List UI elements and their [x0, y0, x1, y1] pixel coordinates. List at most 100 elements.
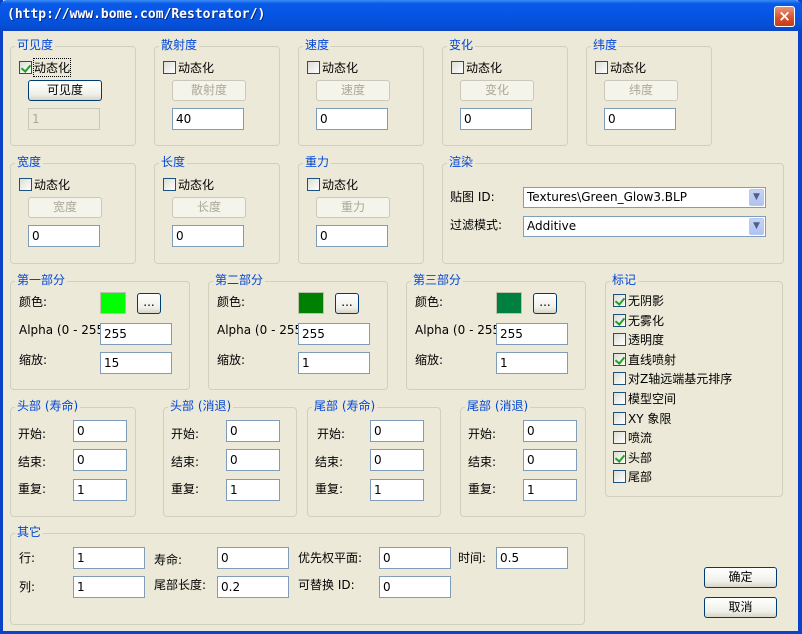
- flag-checkbox-2[interactable]: 透明度: [613, 331, 664, 348]
- rows-input[interactable]: [73, 547, 145, 569]
- texture-id-value: Textures\Green_Glow3.BLP: [527, 190, 687, 204]
- param-6-edit-button[interactable]: 长度: [172, 197, 246, 218]
- param-1-animated-checkbox[interactable]: 动态化: [163, 59, 214, 76]
- checkbox-icon[interactable]: [307, 61, 320, 74]
- param-4-animated-checkbox[interactable]: 动态化: [595, 59, 646, 76]
- checkbox-icon[interactable]: [613, 333, 626, 347]
- param-6-value-input[interactable]: [172, 225, 244, 247]
- segment-2-scale-input[interactable]: [298, 352, 370, 374]
- range-1-start-input[interactable]: [73, 420, 127, 442]
- checkbox-icon[interactable]: [613, 431, 626, 445]
- replaceable-id-input[interactable]: [379, 576, 451, 598]
- flag-label-0: 无阴影: [628, 294, 665, 308]
- param-4-edit-button[interactable]: 纬度: [604, 80, 678, 101]
- param-1-edit-button[interactable]: 散射度: [172, 80, 246, 101]
- segment-2-color-picker-button[interactable]: ...: [335, 293, 359, 314]
- lifespan-input[interactable]: [217, 547, 289, 569]
- segment-3-alpha-label: Alpha (0 - 255):: [415, 323, 509, 337]
- range-3-end-input[interactable]: [370, 449, 424, 471]
- close-button[interactable]: ×: [774, 6, 795, 27]
- range-1-repeat-input[interactable]: [73, 479, 127, 501]
- range-2-end-input[interactable]: [226, 449, 280, 471]
- segment-3-scale-input[interactable]: [496, 352, 568, 374]
- range-3-start-input[interactable]: [370, 420, 424, 442]
- flag-checkbox-3[interactable]: 直线喷射: [613, 351, 676, 368]
- param-4-value-input[interactable]: [604, 108, 676, 130]
- param-2-value-input[interactable]: [316, 108, 388, 130]
- checkbox-icon[interactable]: [613, 470, 626, 484]
- flags-group-title: 标记: [610, 273, 639, 287]
- range-1-end-input[interactable]: [73, 449, 127, 471]
- range-2-start-input[interactable]: [226, 420, 280, 442]
- range-2-repeat-input[interactable]: [226, 479, 280, 501]
- param-2-edit-button[interactable]: 速度: [316, 80, 390, 101]
- flag-checkbox-1[interactable]: 无雾化: [613, 312, 664, 329]
- tail-length-label: 尾部长度:: [154, 578, 207, 592]
- flag-checkbox-4[interactable]: 对Z轴远端基元排序: [613, 370, 732, 387]
- flag-checkbox-6[interactable]: XY 象限: [613, 410, 671, 427]
- range-4-start-input[interactable]: [523, 420, 577, 442]
- param-7-animated-checkbox[interactable]: 动态化: [307, 176, 358, 193]
- filter-mode-select[interactable]: Additive ▼: [523, 216, 766, 237]
- segment-2-alpha-input[interactable]: [298, 323, 370, 345]
- param-1-value-input[interactable]: [172, 108, 244, 130]
- checkbox-icon[interactable]: [613, 392, 626, 405]
- chevron-down-icon[interactable]: ▼: [749, 189, 764, 206]
- param-3-edit-button[interactable]: 变化: [460, 80, 534, 101]
- segment-3-color-picker-button[interactable]: ...: [533, 293, 557, 314]
- filter-mode-value: Additive: [527, 219, 577, 233]
- checkbox-icon[interactable]: [613, 411, 626, 425]
- param-0-value-input[interactable]: [28, 108, 100, 130]
- priority-plane-input[interactable]: [379, 547, 451, 569]
- flag-checkbox-9[interactable]: 尾部: [613, 468, 652, 485]
- param-3-value-input[interactable]: [460, 108, 532, 130]
- param-5-animated-checkbox[interactable]: 动态化: [19, 176, 70, 193]
- param-5-group-title: 宽度: [15, 155, 44, 169]
- segment-1-scale-input[interactable]: [100, 352, 172, 374]
- param-5-edit-button[interactable]: 宽度: [28, 197, 102, 218]
- time-input[interactable]: [496, 547, 568, 569]
- param-0-edit-button[interactable]: 可见度: [28, 80, 102, 101]
- checkbox-icon[interactable]: [163, 61, 176, 74]
- ok-button[interactable]: 确定: [704, 567, 777, 588]
- texture-id-label: 贴图 ID:: [450, 190, 495, 204]
- chevron-down-icon[interactable]: ▼: [749, 218, 764, 235]
- checkbox-icon[interactable]: [163, 178, 176, 191]
- param-2-animated-checkbox[interactable]: 动态化: [307, 59, 358, 76]
- flag-checkbox-5[interactable]: 模型空间: [613, 390, 676, 407]
- param-6-animated-checkbox[interactable]: 动态化: [163, 176, 214, 193]
- cols-input[interactable]: [73, 576, 145, 598]
- flag-checkbox-7[interactable]: 喷流: [613, 429, 652, 446]
- flag-label-8: 头部: [628, 450, 653, 465]
- checkbox-icon[interactable]: [613, 294, 626, 307]
- segment-3-alpha-input[interactable]: [496, 323, 568, 345]
- checkbox-icon[interactable]: [451, 61, 464, 74]
- tail-length-input[interactable]: [217, 576, 289, 598]
- checkbox-icon[interactable]: [307, 178, 320, 191]
- segment-1-alpha-input[interactable]: [100, 323, 172, 345]
- segment-1-color-picker-button[interactable]: ...: [137, 293, 161, 314]
- checkbox-icon[interactable]: [613, 372, 626, 386]
- range-3-repeat-input[interactable]: [370, 479, 424, 501]
- cancel-button[interactable]: 取消: [704, 597, 777, 618]
- range-1-start-label: 开始:: [18, 427, 47, 441]
- flag-checkbox-8[interactable]: 头部: [613, 449, 652, 466]
- param-5-value-input[interactable]: [28, 225, 100, 247]
- checkbox-icon[interactable]: [613, 450, 626, 464]
- checkbox-icon[interactable]: [19, 61, 32, 74]
- checkbox-icon[interactable]: [595, 61, 608, 74]
- checkbox-icon[interactable]: [19, 178, 32, 191]
- checkbox-icon[interactable]: [613, 352, 626, 366]
- flag-checkbox-0[interactable]: 无阴影: [613, 292, 664, 309]
- checkbox-icon[interactable]: [613, 313, 626, 327]
- param-7-value-input[interactable]: [316, 225, 388, 247]
- param-7-edit-button[interactable]: 重力: [316, 197, 390, 218]
- param-5-animated-label: 动态化: [34, 178, 71, 192]
- range-4-end-input[interactable]: [523, 449, 577, 471]
- texture-id-select[interactable]: Textures\Green_Glow3.BLP ▼: [523, 187, 766, 208]
- param-3-animated-checkbox[interactable]: 动态化: [451, 59, 502, 76]
- range-3-start-label: 开始:: [317, 427, 346, 441]
- range-4-repeat-input[interactable]: [523, 479, 577, 501]
- filter-mode-label: 过滤模式:: [450, 218, 503, 232]
- param-0-animated-checkbox[interactable]: 动态化: [19, 58, 72, 77]
